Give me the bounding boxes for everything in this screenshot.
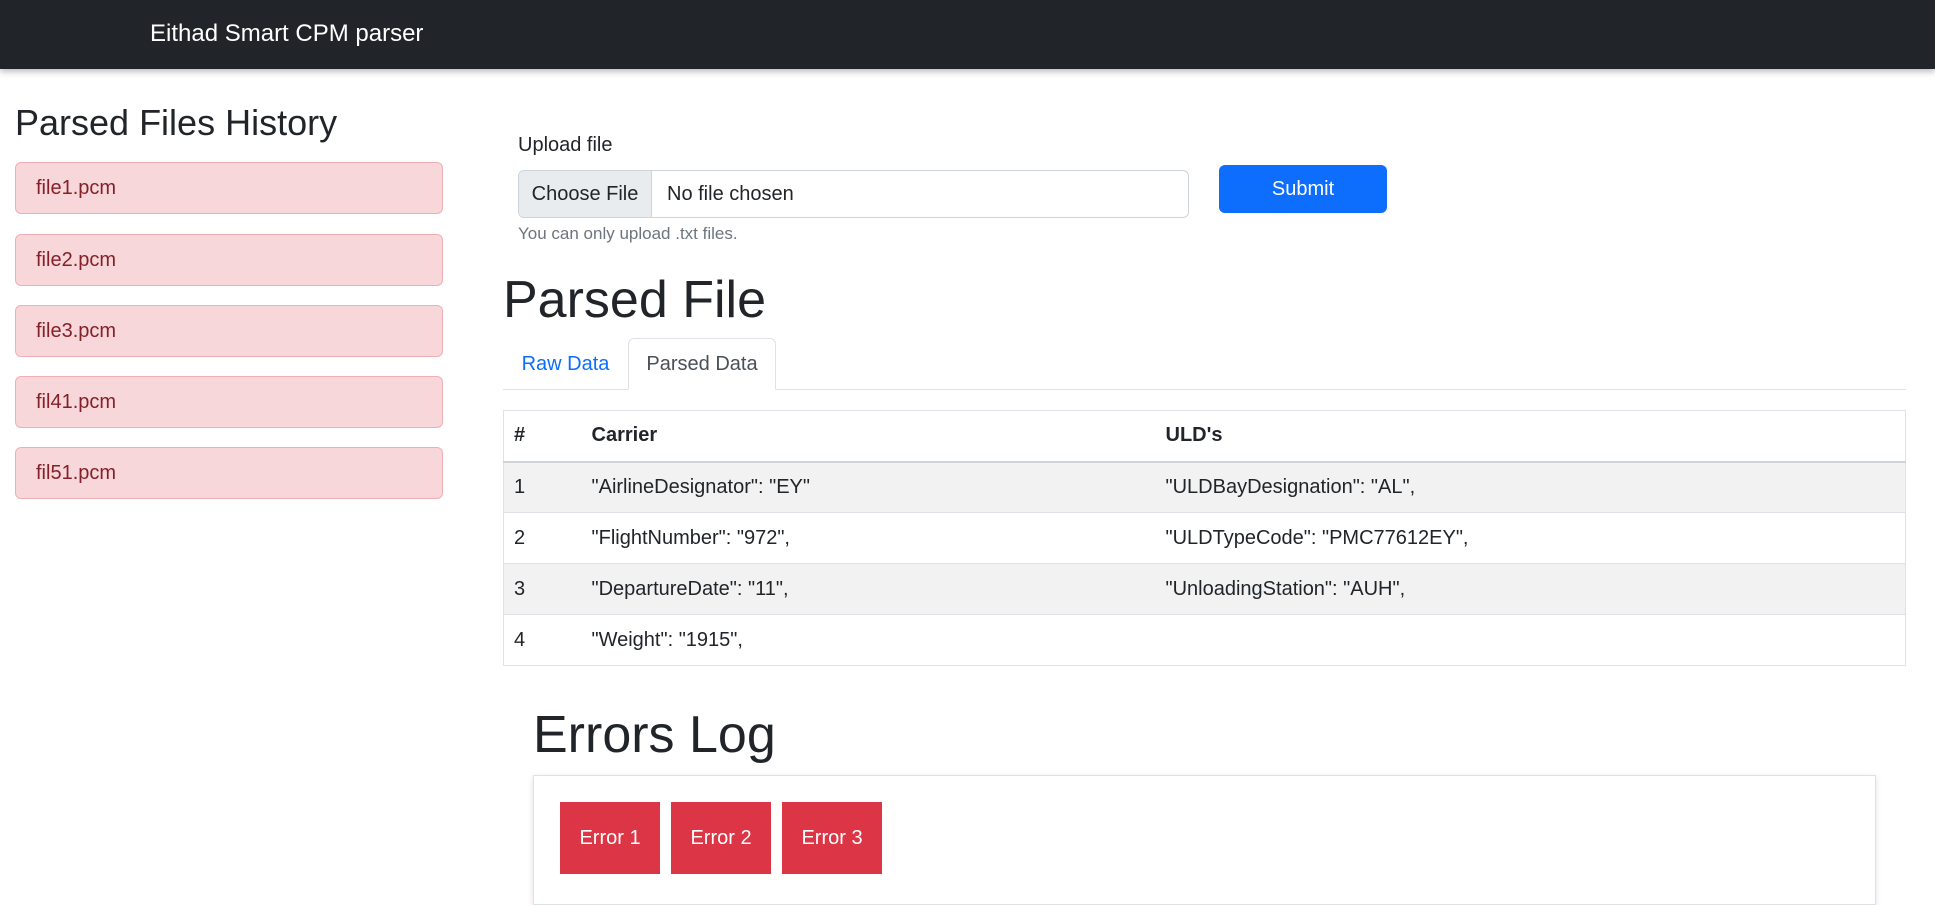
- history-item[interactable]: fil51.pcm: [15, 447, 443, 499]
- table-cell-number: 3: [503, 563, 582, 615]
- history-item[interactable]: fil41.pcm: [15, 376, 443, 428]
- history-item[interactable]: file1.pcm: [15, 162, 443, 214]
- errors-log-panel: Error 1 Error 2 Error 3: [533, 775, 1876, 905]
- table-cell-number: 1: [503, 461, 582, 513]
- history-item-label: fil41.pcm: [36, 391, 117, 413]
- table-cell-carrier: "DepartureDate": "11",: [581, 563, 1156, 615]
- table-row: 4 "Weight": "1915",: [503, 614, 1906, 666]
- error-button[interactable]: Error 1: [560, 802, 660, 874]
- table-row: 2 "FlightNumber": "972", "ULDTypeCode": …: [503, 512, 1906, 564]
- history-item[interactable]: file2.pcm: [15, 234, 443, 286]
- table-cell-number: 4: [503, 614, 582, 666]
- column-header-number: #: [503, 410, 582, 463]
- tab-parsed-data[interactable]: Parsed Data: [628, 338, 776, 390]
- upload-help-text: You can only upload .txt files.: [518, 224, 738, 243]
- column-header-carrier: Carrier: [581, 410, 1156, 463]
- history-item-label: file2.pcm: [36, 249, 117, 271]
- history-item-label: file1.pcm: [36, 177, 117, 199]
- table-cell-carrier: "FlightNumber": "972",: [581, 512, 1156, 564]
- error-button[interactable]: Error 3: [782, 802, 882, 874]
- table-header-row: # Carrier ULD's: [503, 410, 1906, 463]
- errors-log-title: Errors Log: [533, 706, 776, 764]
- table-cell-uld: "ULDTypeCode": "PMC77612EY",: [1155, 512, 1906, 564]
- parsed-file-title: Parsed File: [503, 271, 766, 329]
- table-row: 1 "AirlineDesignator": "EY" "ULDBayDesig…: [503, 461, 1906, 513]
- history-item[interactable]: file3.pcm: [15, 305, 443, 357]
- file-input[interactable]: Choose File No file chosen: [518, 170, 1189, 218]
- history-item-label: fil51.pcm: [36, 462, 117, 484]
- navbar: Eithad Smart CPM parser: [0, 0, 1935, 69]
- table-row: 3 "DepartureDate": "11", "UnloadingStati…: [503, 563, 1906, 615]
- parsed-data-table: # Carrier ULD's 1 "AirlineDesignator": "…: [503, 410, 1906, 666]
- table-cell-uld: [1155, 614, 1906, 666]
- upload-label: Upload file: [518, 134, 613, 156]
- error-button[interactable]: Error 2: [671, 802, 771, 874]
- choose-file-button[interactable]: Choose File: [519, 171, 652, 217]
- history-item-label: file3.pcm: [36, 320, 117, 342]
- sidebar-title: Parsed Files History: [15, 102, 338, 143]
- table-cell-uld: "ULDBayDesignation": "AL",: [1155, 461, 1906, 513]
- table-cell-carrier: "Weight": "1915",: [581, 614, 1156, 666]
- tab-raw-data[interactable]: Raw Data: [503, 338, 628, 390]
- table-cell-uld: "UnloadingStation": "AUH",: [1155, 563, 1906, 615]
- table-cell-number: 2: [503, 512, 582, 564]
- submit-button[interactable]: Submit: [1219, 165, 1387, 213]
- table-cell-carrier: "AirlineDesignator": "EY": [581, 461, 1156, 513]
- file-status: No file chosen: [667, 182, 794, 205]
- column-header-ulds: ULD's: [1155, 410, 1906, 463]
- navbar-brand[interactable]: Eithad Smart CPM parser: [150, 20, 423, 48]
